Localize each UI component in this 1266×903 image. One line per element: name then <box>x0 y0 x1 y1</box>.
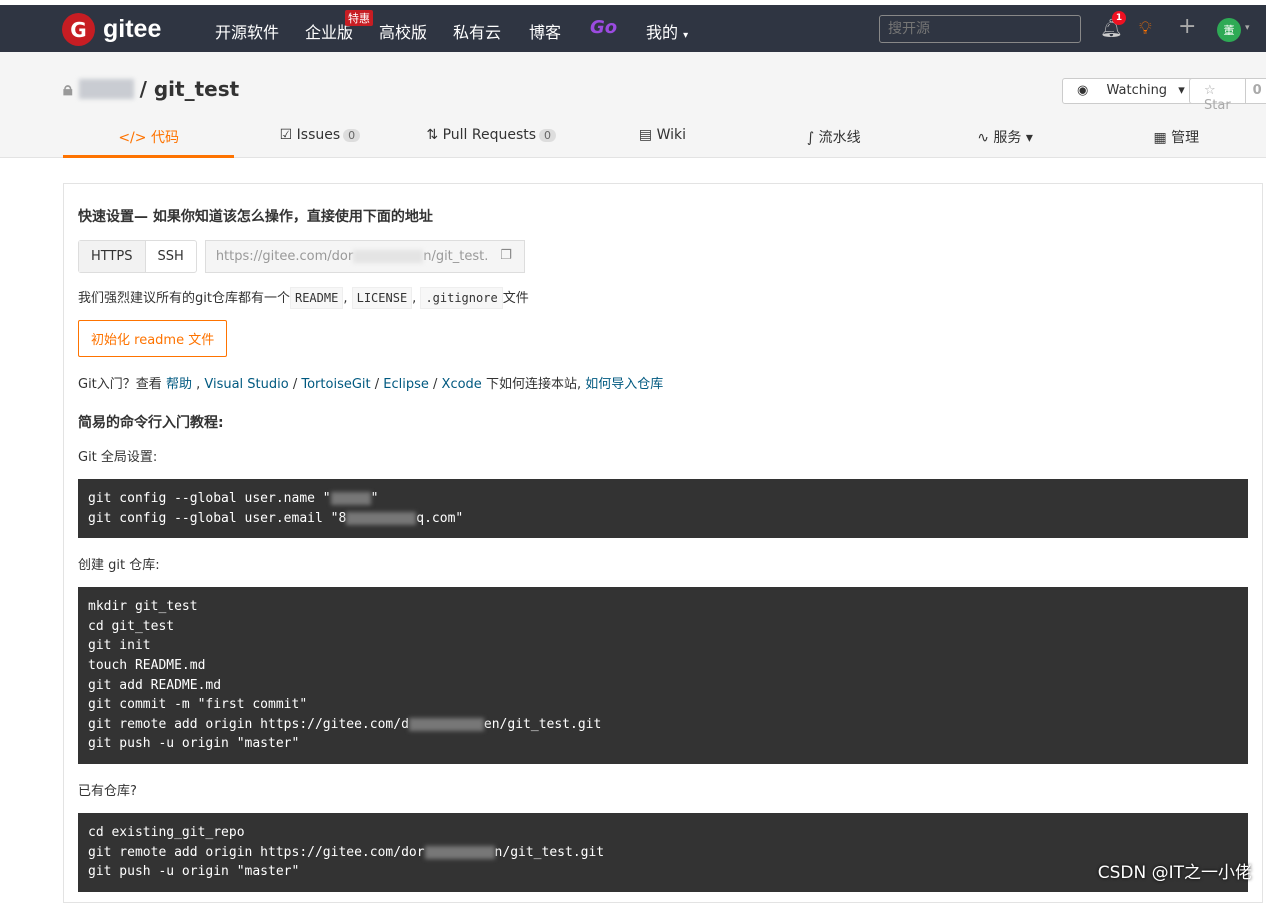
code-line: git remote add origin https://gitee.com/… <box>88 844 425 860</box>
watch-label: Watching <box>1106 83 1168 98</box>
license-code: LICENSE <box>351 287 413 309</box>
avatar[interactable]: 董 <box>1217 18 1241 42</box>
nav-private-cloud[interactable]: 私有云 <box>453 19 501 43</box>
issues-icon: ☑ <box>279 127 293 143</box>
help-link[interactable]: 帮助 <box>166 377 192 392</box>
import-repo-link[interactable]: 如何导入仓库 <box>585 377 663 392</box>
lock-icon: 🔒︎ <box>63 78 73 100</box>
star-button[interactable]: ☆ Star 0 <box>1189 78 1266 113</box>
blurred-text <box>408 717 484 731</box>
nav-open-source[interactable]: 开源软件 <box>215 19 279 43</box>
blurred-text <box>330 492 371 505</box>
quick-setup-title: 快速设置— 如果你知道该怎么操作，直接使用下面的地址 <box>78 209 433 225</box>
init-readme-button[interactable]: 初始化 readme 文件 <box>78 320 228 357</box>
code-line: git push -u origin "master" <box>88 864 300 880</box>
pull-request-icon: ⇅ <box>426 127 439 143</box>
tab-label: 流水线 <box>818 130 861 146</box>
tab-label: Issues <box>296 127 341 143</box>
tortoisegit-link[interactable]: TortoiseGit <box>301 377 370 392</box>
ssh-toggle[interactable]: SSH <box>146 241 196 272</box>
existing-repo-label: 已有仓库? <box>78 783 137 799</box>
existing-repo-code: cd existing_git_repo git remote add orig… <box>78 812 1248 892</box>
code-line: cd existing_git_repo <box>88 824 245 840</box>
pipeline-icon: ∫ <box>806 130 815 146</box>
quick-setup-panel: 快速设置— 如果你知道该怎么操作，直接使用下面的地址 HTTPS SSH http… <box>63 183 1263 903</box>
create-repo-label: 创建 git 仓库: <box>78 558 160 574</box>
blurred-text <box>424 845 495 859</box>
code-lines: mkdir git_test cd git_test git init touc… <box>88 599 308 713</box>
url-end: n/git_test. <box>423 249 489 264</box>
tab-label: 服务 <box>993 130 1022 146</box>
book-icon: ▤ <box>638 127 653 143</box>
tab-label: 管理 <box>1171 130 1200 146</box>
plus-icon[interactable]: + <box>1178 14 1196 39</box>
pulse-icon: ∿ <box>977 130 989 146</box>
code-line: git remote add origin https://gitee.com/… <box>88 716 409 732</box>
global-settings-code: git config --global user.name " " git con… <box>78 479 1248 539</box>
pr-count: 0 <box>539 129 557 142</box>
tab-pipeline[interactable]: ∫ 流水线 <box>748 118 919 158</box>
url-blurred <box>353 250 424 263</box>
logo-icon: G <box>62 13 95 46</box>
visual-studio-link[interactable]: Visual Studio <box>204 377 288 392</box>
owner-name-blurred[interactable] <box>78 79 134 99</box>
blurred-text <box>346 511 417 525</box>
tab-services[interactable]: ∿ 服务 ▾ <box>919 118 1090 158</box>
watermark: CSDN @IT之一小佬 <box>1097 863 1252 883</box>
tab-label: 代码 <box>150 130 179 146</box>
code-line: q.com" <box>416 510 464 526</box>
code-icon: </> <box>118 130 147 146</box>
copy-icon[interactable]: ❐ <box>500 248 512 263</box>
xcode-link[interactable]: Xcode <box>442 377 482 392</box>
tab-code[interactable]: </> 代码 <box>63 118 235 158</box>
tab-wiki[interactable]: ▤ Wiki <box>577 118 748 158</box>
nav-blog[interactable]: 博客 <box>529 19 561 43</box>
document-icon: ▦ <box>1153 130 1167 146</box>
https-toggle[interactable]: HTTPS <box>79 241 146 272</box>
code-line: git push -u origin "master" <box>88 736 300 752</box>
tab-label: Wiki <box>656 127 687 143</box>
logo-text: gitee <box>103 15 162 43</box>
clone-url-field[interactable]: https://gitee.com/dor n/git_test. ❐ <box>204 240 525 273</box>
lightbulb-icon[interactable]: 💡︎ <box>1139 18 1152 39</box>
nav-go[interactable]: Go <box>590 17 617 38</box>
global-settings-label: Git 全局设置: <box>78 450 158 465</box>
recommend-text: 我们强烈建议所有的git仓库都有一个 <box>78 291 290 306</box>
chevron-down-icon: ▾ <box>683 30 689 41</box>
tab-pull-requests[interactable]: ⇅ Pull Requests 0 <box>406 118 577 158</box>
code-line: git config --global user.name " <box>88 491 331 506</box>
nav-mine-label: 我的 <box>646 23 679 42</box>
eye-icon: ◉ <box>1077 83 1089 98</box>
star-label: Star <box>1204 98 1231 113</box>
repo-header: 🔒︎/ git_test ◉ Watching ▾1 ☆ Star0 </> 代… <box>0 52 1266 158</box>
issues-count: 0 <box>343 129 361 142</box>
notification-count: 1 <box>1112 11 1126 25</box>
recommend-suffix: 文件 <box>502 291 529 306</box>
repo-name[interactable]: / git_test <box>140 77 240 101</box>
top-navbar: Ggitee 开源软件 企业版 特惠 高校版 私有云 博客 Go 我的 ▾ 🔔︎… <box>0 5 1266 52</box>
tab-label: Pull Requests <box>442 127 537 143</box>
code-line: n/git_test.git <box>494 844 605 860</box>
tutorial-title: 简易的命令行入门教程: <box>78 415 224 431</box>
code-line: en/git_test.git <box>483 716 602 732</box>
star-count[interactable]: 0 <box>1244 79 1266 103</box>
help-mid: 下如何连接本站, <box>485 377 582 392</box>
readme-code: README <box>289 287 344 309</box>
hot-badge: 特惠 <box>345 10 373 26</box>
chevron-down-icon[interactable]: ▾ <box>1245 23 1250 33</box>
tab-issues[interactable]: ☑ Issues 0 <box>234 118 405 158</box>
code-line: git config --global user.email "8 <box>88 510 347 526</box>
gitignore-code: .gitignore <box>420 287 503 309</box>
help-prefix: Git入门？查看 <box>78 377 162 392</box>
create-repo-code: mkdir git_test cd git_test git init touc… <box>78 587 1248 764</box>
gitee-logo[interactable]: Ggitee <box>62 13 161 46</box>
url-start: https://gitee.com/dor <box>215 249 354 264</box>
nav-mine[interactable]: 我的 ▾ <box>646 19 688 43</box>
nav-education[interactable]: 高校版 <box>379 19 427 43</box>
search-input[interactable] <box>879 15 1081 43</box>
tab-manage[interactable]: ▦ 管理 <box>1091 118 1262 158</box>
eclipse-link[interactable]: Eclipse <box>383 377 429 392</box>
